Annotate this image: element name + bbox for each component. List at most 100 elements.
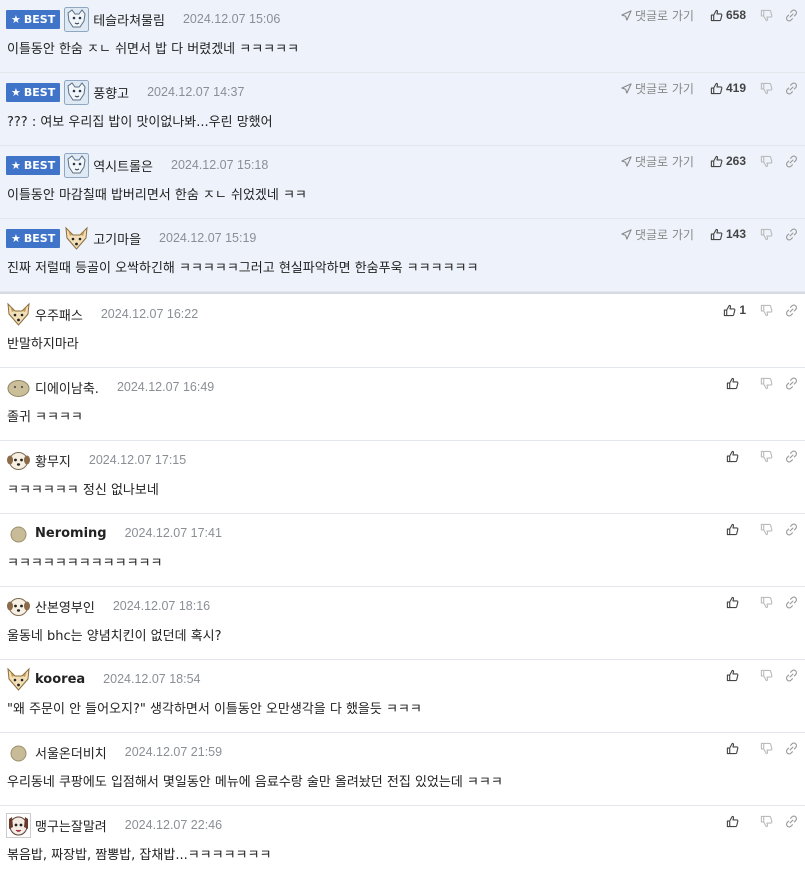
share-button[interactable] (785, 82, 798, 95)
dislike-button[interactable] (760, 450, 773, 463)
comment-item: 산본영부인 2024.12.07 18:16 울동네 bhc는 양념치킨이 없던… (0, 587, 805, 660)
nickname[interactable]: 황무지 (35, 451, 71, 470)
dislike-button[interactable] (760, 9, 773, 22)
dog-avatar[interactable] (6, 812, 31, 838)
comment-header: 서울온더비치 2024.12.07 21:59 (6, 739, 222, 765)
like-button[interactable]: 1 (723, 303, 746, 317)
share-button[interactable] (785, 596, 798, 609)
dislike-button[interactable] (760, 815, 773, 828)
fox-avatar[interactable] (6, 667, 31, 692)
nickname[interactable]: Neroming (35, 526, 107, 541)
reply-link[interactable]: 댓글로 가기 (621, 153, 694, 170)
comment-text: 울동네 bhc는 양념치킨이 없던데 혹시? (7, 629, 222, 644)
like-button[interactable]: 419 (710, 81, 746, 95)
like-button[interactable] (726, 669, 746, 682)
comment-header: 맹구는잘말려 2024.12.07 22:46 (6, 812, 222, 838)
comment-item: 서울온더비치 2024.12.07 21:59 우리동네 쿠팡에도 입점해서 몇… (0, 733, 805, 806)
comment-date: 2024.12.07 18:16 (112, 599, 211, 613)
share-button[interactable] (785, 304, 798, 317)
potato-avatar[interactable] (6, 375, 31, 400)
reply-label: 댓글로 가기 (634, 81, 694, 96)
like-button[interactable] (726, 377, 746, 390)
wolf-avatar[interactable] (64, 79, 90, 105)
comment-actions (726, 667, 798, 683)
like-button[interactable] (726, 523, 746, 536)
share-button[interactable] (785, 450, 798, 463)
comment-item: koorea 2024.12.07 18:54 "왜 주문이 안 들어오지?" … (0, 660, 805, 733)
thumbs-up-icon (726, 450, 739, 463)
link-icon (785, 228, 798, 241)
nickname[interactable]: 서울온더비치 (35, 743, 107, 762)
comment-date: 2024.12.07 17:41 (124, 526, 222, 540)
thumbs-up-icon (723, 304, 736, 317)
wolf-avatar[interactable] (64, 152, 90, 178)
share-button[interactable] (785, 523, 798, 536)
nickname[interactable]: 디에이남축. (35, 378, 99, 397)
share-button[interactable] (785, 377, 798, 390)
reply-link[interactable]: 댓글로 가기 (621, 7, 694, 24)
share-button[interactable] (785, 669, 798, 682)
reply-label: 댓글로 가기 (634, 227, 694, 242)
nickname[interactable]: 테슬라쳐물림 (93, 10, 165, 29)
best-label: BEST (23, 231, 56, 245)
nickname[interactable]: 우주패스 (35, 305, 83, 324)
like-button[interactable]: 263 (710, 154, 746, 168)
nickname[interactable]: koorea (35, 672, 85, 687)
like-button[interactable] (726, 450, 746, 463)
thumbs-up-icon (726, 377, 739, 390)
wolf-avatar[interactable] (64, 6, 90, 32)
nickname[interactable]: 역시트롤은 (93, 156, 153, 175)
reply-link[interactable]: 댓글로 가기 (621, 226, 694, 243)
best-label: BEST (23, 12, 56, 26)
send-icon (621, 155, 632, 167)
dislike-button[interactable] (760, 742, 773, 755)
comment-header: Neroming 2024.12.07 17:41 (6, 520, 222, 546)
dot-avatar[interactable] (6, 740, 31, 765)
comment-actions: 댓글로 가기 658 (621, 7, 798, 23)
share-button[interactable] (785, 742, 798, 755)
share-button[interactable] (785, 9, 798, 22)
link-icon (785, 815, 798, 828)
like-count: 143 (725, 227, 746, 241)
nickname[interactable]: 풍향고 (93, 83, 129, 102)
thumbs-down-icon (760, 228, 773, 241)
nickname[interactable]: 맹구는잘말려 (35, 816, 107, 835)
share-button[interactable] (785, 155, 798, 168)
dislike-button[interactable] (760, 596, 773, 609)
nickname[interactable]: 고기마을 (93, 229, 141, 248)
like-button[interactable] (726, 742, 746, 755)
comment-header: ★ BEST 풍향고 2024.12.07 14:37 (6, 79, 244, 105)
reply-label: 댓글로 가기 (634, 154, 694, 169)
comment-actions: 1 (723, 302, 798, 318)
dislike-button[interactable] (760, 155, 773, 168)
like-button[interactable] (726, 596, 746, 609)
dislike-button[interactable] (760, 523, 773, 536)
dislike-button[interactable] (760, 304, 773, 317)
fox-avatar[interactable] (6, 302, 31, 327)
dislike-button[interactable] (760, 228, 773, 241)
link-icon (785, 523, 798, 536)
comment-actions: 댓글로 가기 143 (621, 226, 798, 242)
like-count: 658 (725, 8, 746, 22)
dislike-button[interactable] (760, 377, 773, 390)
reply-link[interactable]: 댓글로 가기 (621, 80, 694, 97)
send-icon (621, 9, 632, 21)
comment-actions (726, 521, 798, 537)
nickname[interactable]: 산본영부인 (35, 597, 95, 616)
dislike-button[interactable] (760, 669, 773, 682)
comment-actions: 댓글로 가기 419 (621, 80, 798, 96)
share-button[interactable] (785, 228, 798, 241)
puppy-avatar[interactable] (6, 594, 31, 619)
thumbs-up-icon (710, 82, 723, 95)
like-button[interactable] (726, 815, 746, 828)
best-badge: ★ BEST (6, 228, 61, 248)
like-button[interactable]: 143 (710, 227, 746, 241)
share-button[interactable] (785, 815, 798, 828)
dislike-button[interactable] (760, 82, 773, 95)
puppy-avatar[interactable] (6, 448, 31, 473)
thumbs-down-icon (760, 596, 773, 609)
dot-avatar[interactable] (6, 521, 31, 546)
fox-avatar[interactable] (64, 226, 89, 251)
thumbs-down-icon (760, 82, 773, 95)
like-button[interactable]: 658 (710, 8, 746, 22)
